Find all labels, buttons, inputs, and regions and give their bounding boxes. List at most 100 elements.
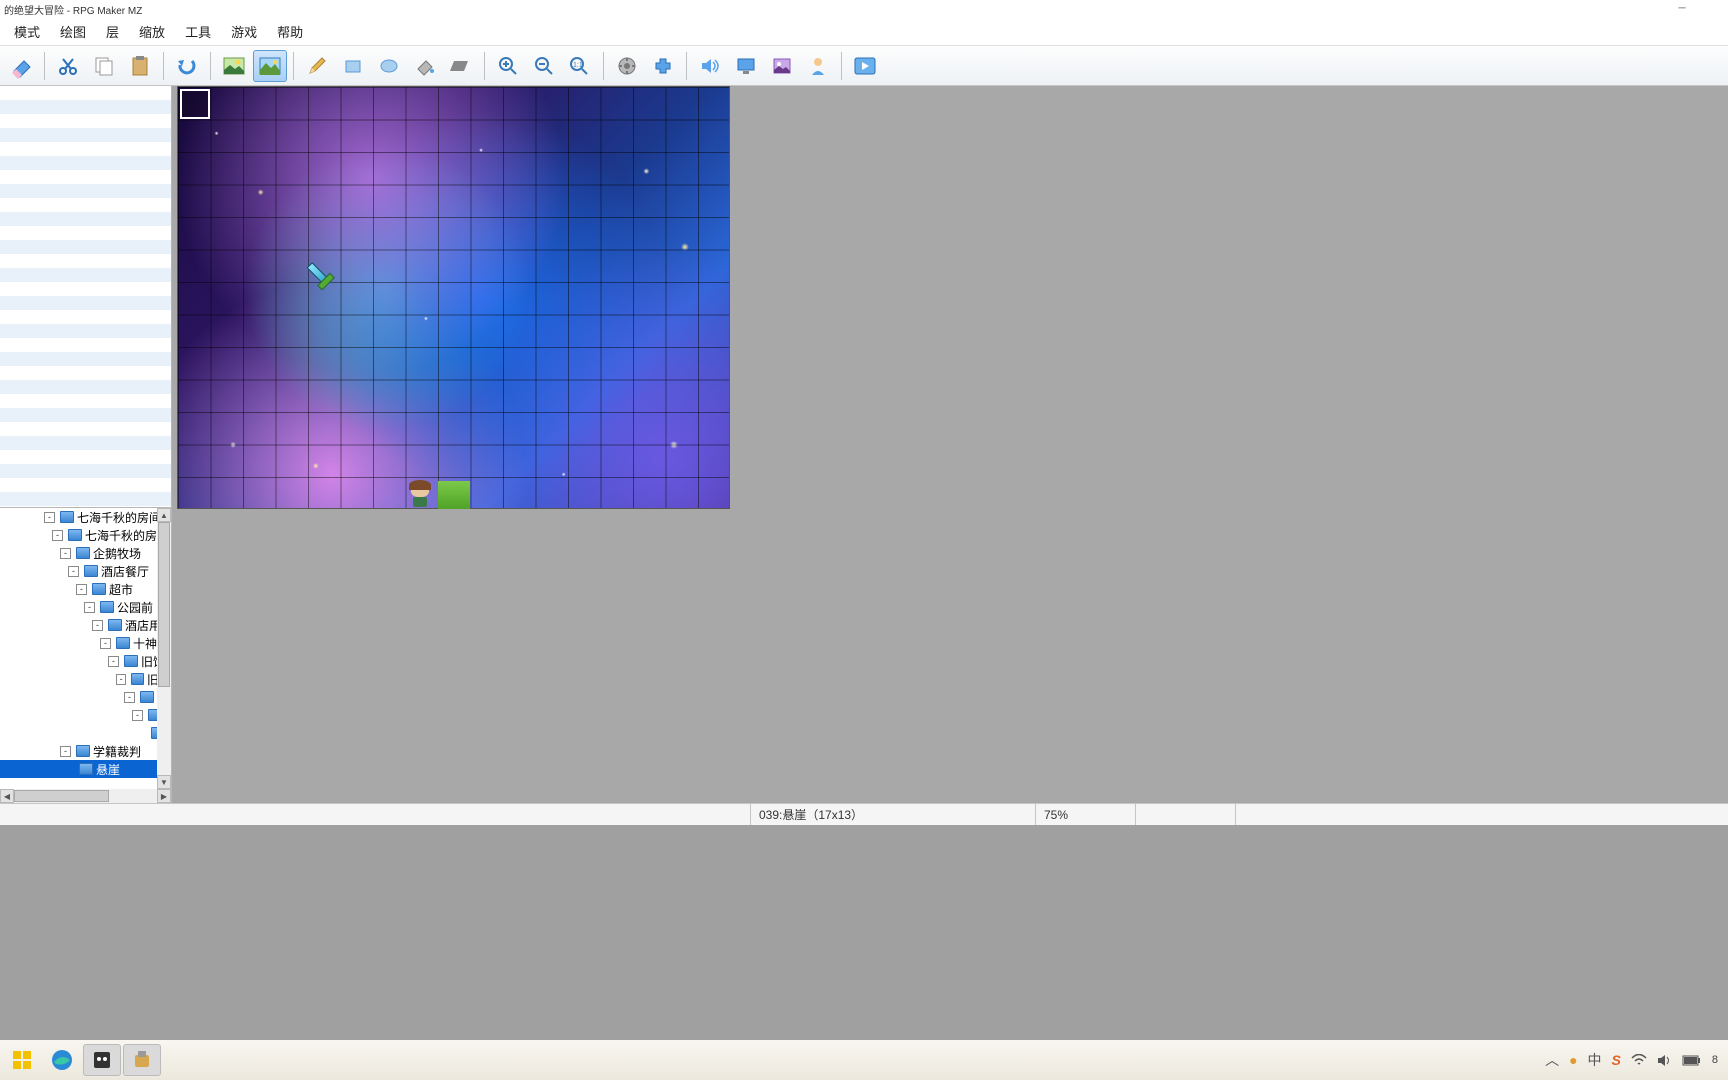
tree-toggle[interactable]: - [132,710,143,721]
app1-icon[interactable] [83,1044,121,1076]
character-icon[interactable] [801,50,835,82]
tree-item[interactable]: -七海千秋的房间 [0,508,171,526]
monitor-icon[interactable] [729,50,763,82]
copy-icon[interactable] [87,50,121,82]
statusbar: 039:悬崖（17x13） 75% [0,803,1728,825]
sogou-icon[interactable]: S [1612,1052,1621,1068]
app2-icon[interactable] [123,1044,161,1076]
toolbar-separator [484,52,485,80]
character-sprite[interactable] [406,481,434,509]
chevron-up-icon[interactable]: ︿ [1545,1050,1559,1070]
tree-item[interactable]: -七海千秋的房 [0,526,171,544]
tree-toggle[interactable]: - [60,548,71,559]
tree-toggle[interactable]: - [44,512,55,523]
scissors-icon[interactable] [51,50,85,82]
picture-icon[interactable] [765,50,799,82]
map-icon [60,511,74,523]
close-button[interactable] [1696,0,1724,16]
wifi-icon[interactable] [1631,1054,1647,1066]
tree-item[interactable]: 悬崖 [0,760,171,778]
left-panel: -七海千秋的房间-七海千秋的房-企鹅牧场-酒店餐厅-超市-公园前-酒店用-十神白… [0,86,172,803]
map-icon [84,565,98,577]
image-icon[interactable] [217,50,251,82]
volume-icon[interactable] [1657,1054,1672,1067]
zoom-out-icon[interactable] [527,50,561,82]
zoom-reset-icon[interactable]: 1:1 [563,50,597,82]
start-icon[interactable] [3,1044,41,1076]
database-icon[interactable] [610,50,644,82]
map-icon [108,619,122,631]
scroll-up-button[interactable]: ▲ [157,508,171,522]
rectangle-icon[interactable] [336,50,370,82]
tree-toggle[interactable]: - [100,638,111,649]
status-empty1 [1135,804,1235,825]
scroll-thumb-vertical[interactable] [158,522,170,687]
scroll-down-button[interactable]: ▼ [157,775,171,789]
terrain-icon[interactable] [253,50,287,82]
status-empty2 [1235,804,1728,825]
mic-icon[interactable]: ● [1569,1052,1577,1068]
tree-toggle[interactable]: - [52,530,63,541]
eraser-icon[interactable] [4,50,38,82]
tree-item[interactable]: - [0,706,171,724]
tree-label: 酒店用 [125,617,161,634]
ime-icon[interactable]: 中 [1588,1050,1602,1070]
tree-toggle[interactable]: - [116,674,126,685]
tree-toggle[interactable]: - [124,692,135,703]
status-map: 039:悬崖（17x13） [750,804,1035,825]
play-icon[interactable] [848,50,882,82]
menu-draw[interactable]: 绘图 [50,18,96,45]
tree-item[interactable]: -十神白 [0,634,171,652]
minimize-button[interactable]: ─ [1668,0,1696,16]
edge-icon[interactable] [43,1044,81,1076]
menu-layer[interactable]: 层 [96,18,129,45]
tree-item[interactable]: -企鹅牧场 [0,544,171,562]
menu-game[interactable]: 游戏 [221,18,267,45]
tile-cursor[interactable] [180,89,210,119]
green-tile[interactable] [438,481,470,509]
tree-toggle[interactable]: - [68,566,79,577]
scroll-thumb-horizontal[interactable] [14,790,109,802]
tree-item[interactable] [0,724,171,742]
tree-item[interactable]: -派 [0,688,171,706]
tree-item[interactable]: -学籍裁判 [0,742,171,760]
tree-scrollbar-vertical[interactable]: ▲ ▼ [157,508,171,789]
time-hint[interactable]: 8 [1712,1054,1718,1066]
toolbar-separator [210,52,211,80]
tree-item[interactable]: -公园前 [0,598,171,616]
tree-item[interactable]: -超市 [0,580,171,598]
menu-tools[interactable]: 工具 [175,18,221,45]
toolbar-separator [841,52,842,80]
tree-toggle[interactable]: - [60,746,71,757]
tree-scrollbar-horizontal[interactable]: ◀ ▶ [0,789,171,803]
zoom-in-icon[interactable] [491,50,525,82]
plugin-icon[interactable] [646,50,680,82]
menu-zoom[interactable]: 缩放 [129,18,175,45]
tree-item[interactable]: -酒店餐厅 [0,562,171,580]
sound-icon[interactable] [693,50,727,82]
tree-toggle[interactable]: - [76,584,87,595]
tree-toggle[interactable]: - [108,656,119,667]
content: -七海千秋的房间-七海千秋的房-企鹅牧场-酒店餐厅-超市-公园前-酒店用-十神白… [0,86,1728,803]
menu-mode[interactable]: 模式 [4,18,50,45]
pencil-icon[interactable] [300,50,334,82]
tree-item[interactable]: -旧馆 [0,652,171,670]
tree-toggle[interactable]: - [84,602,95,613]
map-icon [68,529,82,541]
map-grid [178,87,729,508]
tileset-panel[interactable] [0,86,171,508]
tree-toggle[interactable]: - [92,620,103,631]
canvas-area[interactable] [172,86,1728,803]
scroll-left-button[interactable]: ◀ [0,789,14,803]
undo-icon[interactable] [170,50,204,82]
scroll-right-button[interactable]: ▶ [157,789,171,803]
fill-icon[interactable] [408,50,442,82]
menu-help[interactable]: 帮助 [267,18,313,45]
battery-icon[interactable] [1682,1055,1702,1066]
tree-item[interactable]: -旧馆 [0,670,171,688]
paste-icon[interactable] [123,50,157,82]
tree-item[interactable]: - 酒店用 [0,616,171,634]
map-canvas[interactable] [177,86,730,509]
shadow-icon[interactable] [444,50,478,82]
ellipse-icon[interactable] [372,50,406,82]
